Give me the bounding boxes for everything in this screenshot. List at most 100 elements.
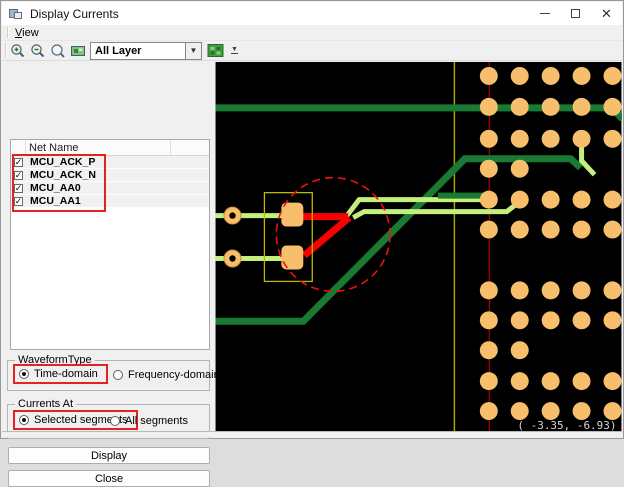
pcb-pad[interactable] [604, 221, 622, 239]
pcb-pad[interactable] [573, 98, 591, 116]
zoom-fit-icon [70, 43, 86, 59]
pcb-pad[interactable] [511, 221, 529, 239]
pcb-pad[interactable] [511, 67, 529, 85]
pcb-pad[interactable] [480, 98, 498, 116]
pcb-pad[interactable] [542, 191, 560, 209]
pcb-smd-pad[interactable] [281, 246, 303, 270]
net-name-label: MCU_AA1 [30, 195, 81, 207]
pcb-pad[interactable] [542, 221, 560, 239]
close-icon: ✕ [601, 7, 612, 20]
pcb-pad[interactable] [511, 98, 529, 116]
close-dialog-button[interactable]: Close [8, 470, 210, 487]
pcb-pad[interactable] [604, 311, 622, 329]
net-checkbox[interactable]: ✓ [14, 184, 23, 193]
radio-all-segments[interactable]: All segments [110, 415, 188, 427]
layer-select-value: All Layer [95, 45, 141, 57]
radio-label: Time-domain [34, 368, 98, 380]
waveform-type-group: WaveformType Time-domainFrequency-domain [7, 360, 210, 391]
zoom-window-button[interactable] [48, 42, 67, 60]
pcb-pad[interactable] [573, 311, 591, 329]
checkbox-column-header[interactable] [11, 140, 26, 155]
pcb-pad[interactable] [542, 130, 560, 148]
pcb-pad[interactable] [480, 341, 498, 359]
pcb-pad[interactable] [511, 160, 529, 178]
pcb-pad[interactable] [511, 191, 529, 209]
pcb-pad[interactable] [573, 402, 591, 420]
pcb-pad[interactable] [604, 372, 622, 390]
titlebar: Display Currents ✕ [2, 2, 622, 25]
pcb-pad[interactable] [480, 67, 498, 85]
menu-view[interactable]: View [9, 27, 45, 39]
pcb-canvas[interactable]: ( -3.35, -6.93) [215, 62, 622, 433]
minimize-icon [540, 13, 550, 14]
pcb-pad[interactable] [511, 341, 529, 359]
app-icon [9, 8, 23, 20]
radio-time-domain[interactable]: Time-domain [13, 364, 108, 384]
zoom-fit-button[interactable] [68, 42, 87, 60]
net-name-label: MCU_ACK_N [30, 169, 96, 181]
pcb-pad[interactable] [480, 402, 498, 420]
maximize-button[interactable] [560, 2, 591, 25]
net-list-rows: ✓ MCU_ACK_P ✓ MCU_ACK_N ✓ MCU_AA0 ✓ MCU_AA1 [11, 156, 209, 208]
chevron-down-icon[interactable]: ▼ [185, 43, 201, 59]
zoom-out-button[interactable] [28, 42, 47, 60]
pcb-pad[interactable] [480, 372, 498, 390]
pcb-pad[interactable] [604, 191, 622, 209]
minimize-button[interactable] [529, 2, 560, 25]
pcb-pad[interactable] [511, 372, 529, 390]
layer-select[interactable]: All Layer ▼ [90, 42, 202, 60]
toolbar-options-button[interactable]: ▼ [231, 46, 238, 56]
pcb-pad[interactable] [511, 130, 529, 148]
pcb-pad[interactable] [542, 281, 560, 299]
pcb-pad[interactable] [511, 281, 529, 299]
pcb-pad[interactable] [604, 67, 622, 85]
radio-icon [19, 415, 29, 425]
empty-column-header [171, 140, 209, 155]
pcb-pad[interactable] [604, 130, 622, 148]
pcb-pad[interactable] [604, 402, 622, 420]
net-checkbox[interactable]: ✓ [14, 158, 23, 167]
zoom-in-button[interactable] [8, 42, 27, 60]
net-list-row[interactable]: ✓ MCU_AA1 [11, 195, 209, 208]
pcb-pad[interactable] [573, 191, 591, 209]
pcb-pad[interactable] [573, 67, 591, 85]
net-list-row[interactable]: ✓ MCU_AA0 [11, 182, 209, 195]
pcb-pad[interactable] [573, 221, 591, 239]
layers-button[interactable] [206, 42, 225, 60]
pcb-pad[interactable] [542, 98, 560, 116]
pcb-pad[interactable] [511, 402, 529, 420]
left-panel: Net Name ✓ MCU_ACK_P ✓ MCU_ACK_N ✓ MCU_AA0 ✓ MC… [2, 62, 215, 431]
pcb-pad[interactable] [480, 281, 498, 299]
net-name-label: MCU_ACK_P [30, 156, 95, 168]
pcb-pad[interactable] [573, 281, 591, 299]
pcb-background [216, 62, 622, 433]
window-bottom-edge [2, 431, 622, 437]
radio-frequency-domain[interactable]: Frequency-domain [113, 369, 220, 381]
pcb-pad[interactable] [542, 402, 560, 420]
pcb-pad[interactable] [542, 372, 560, 390]
net-list-row[interactable]: ✓ MCU_ACK_N [11, 169, 209, 182]
net-checkbox[interactable]: ✓ [14, 197, 23, 206]
pcb-pad[interactable] [542, 311, 560, 329]
pcb-pad[interactable] [480, 130, 498, 148]
zoom-window-icon [50, 43, 66, 59]
net-name-label: MCU_AA0 [30, 182, 81, 194]
radio-icon [19, 369, 29, 379]
close-button[interactable]: ✕ [591, 2, 622, 25]
pcb-pad[interactable] [604, 98, 622, 116]
pcb-pad[interactable] [480, 311, 498, 329]
pcb-pad[interactable] [511, 311, 529, 329]
net-list[interactable]: Net Name ✓ MCU_ACK_P ✓ MCU_ACK_N ✓ MCU_AA0 ✓ MC… [10, 139, 210, 350]
net-list-row[interactable]: ✓ MCU_ACK_P [11, 156, 209, 169]
display-button[interactable]: Display [8, 447, 210, 464]
net-name-column-header[interactable]: Net Name [26, 140, 171, 155]
net-checkbox[interactable]: ✓ [14, 171, 23, 180]
pcb-via-hole [229, 212, 235, 218]
pcb-pad[interactable] [573, 130, 591, 148]
pcb-pad[interactable] [604, 281, 622, 299]
pcb-pad[interactable] [542, 67, 560, 85]
pcb-pad[interactable] [480, 160, 498, 178]
pcb-pad[interactable] [573, 372, 591, 390]
pcb-pad[interactable] [480, 191, 498, 209]
pcb-pad[interactable] [480, 221, 498, 239]
